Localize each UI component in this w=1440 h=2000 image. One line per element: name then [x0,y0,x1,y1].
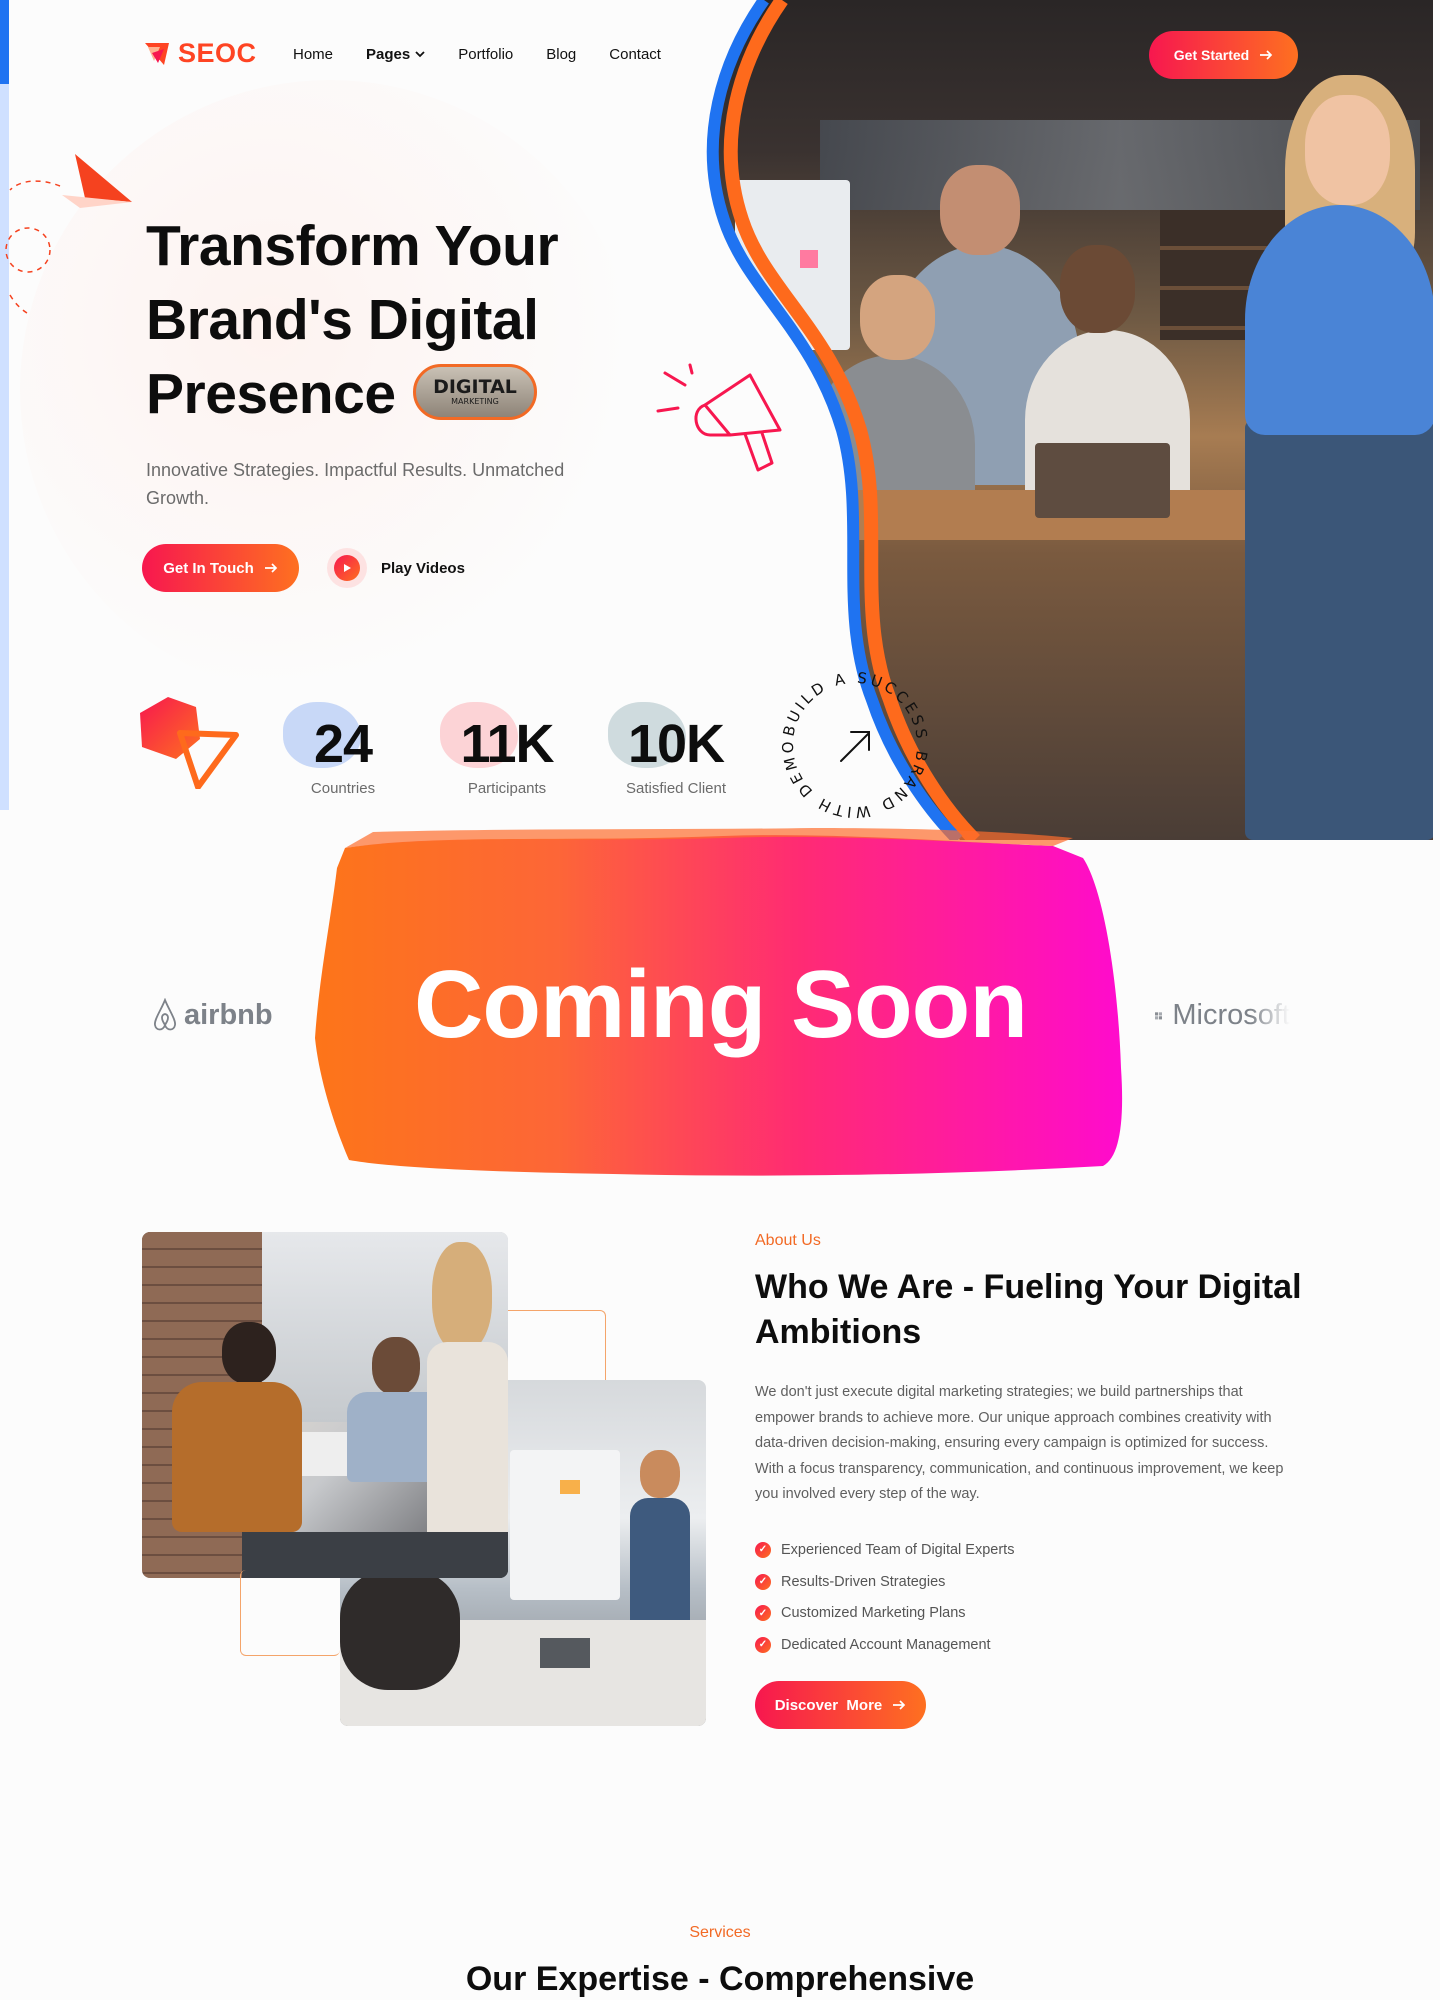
play-videos-label: Play Videos [381,559,465,577]
services-eyebrow: Services [689,1924,751,1941]
list-item: ✓ Results-Driven Strategies [755,1566,1014,1598]
services-title: Our Expertise - Comprehensive [465,1960,975,1998]
hero-title: Transform Your Brand's Digital Presence [146,209,666,431]
check-label: Results-Driven Strategies [781,1573,946,1590]
airbnb-wordmark: airbnb [184,998,273,1031]
arrow-up-right-icon [840,731,870,762]
nav-home-label: Home [293,46,334,63]
hero-title-line-1: Transform Your [146,214,559,278]
arrow-right-icon [893,1700,906,1710]
stat-label: Countries [310,780,376,797]
nav-blog-label: Blog [546,46,577,63]
hero-title-line-2: Brand's Digital [146,288,539,352]
megaphone-icon [656,363,782,472]
nav-home[interactable]: Home [293,46,333,63]
digital-marketing-badge: DIGITAL MARKETING [413,364,537,420]
brand-logo[interactable]: SEOC [142,38,257,69]
stat-value: 24 [313,714,373,774]
success-brand-ring-badge[interactable]: BUILD A SUCCESS BRAND WITH DEMOUI [775,665,935,825]
main-nav: Home Pages Portfolio Blog Contact [293,46,661,63]
about-checklist: ✓ Experienced Team of Digital Experts ✓ Re… [755,1534,1014,1661]
nav-pages[interactable]: Pages [366,46,425,63]
list-item: ✓ Experienced Team of Digital Experts [755,1534,1014,1566]
stat-satisfied-client: 10K Satisfied Client [608,702,740,797]
about-photo-primary [142,1232,508,1578]
chevron-down-icon [415,51,425,58]
discover-more-button[interactable]: Discover More [755,1681,926,1729]
microsoft-logo: Microsoft [1155,999,1290,1032]
play-icon [344,564,351,572]
stat-countries: 24 Countries [281,702,405,797]
stat-value: 10K [627,714,725,774]
nav-pages-label: Pages [366,46,411,63]
about-eyebrow: About Us [755,1232,821,1249]
about-frame-decoration [240,1570,340,1656]
stat-participants: 11K Participants [440,702,574,797]
microsoft-icon [1155,1011,1163,1019]
arrow-right-icon [264,563,277,573]
check-icon: ✓ [755,1605,771,1622]
stat-value: 11K [460,714,554,774]
stats-brand-icon [140,697,239,789]
badge-sub-text: MARKETING [451,397,499,406]
arrow-right-icon [1260,50,1273,60]
get-in-touch-button[interactable]: Get In Touch [142,544,299,592]
paper-plane-icon [5,154,132,316]
check-icon: ✓ [755,1636,771,1653]
stat-label: Participants [467,780,547,797]
badge-main-text: DIGITAL [433,376,517,398]
check-label: Customized Marketing Plans [781,1605,966,1622]
ring-badge-text: BUILD A SUCCESS BRAND WITH DEMOUI [775,665,931,822]
brand-mark-icon [145,42,169,65]
nav-portfolio[interactable]: Portfolio [458,46,513,63]
check-label: Experienced Team of Digital Experts [781,1541,1015,1558]
list-item: ✓ Dedicated Account Management [755,1629,1014,1661]
hero-subtitle: Innovative Strategies. Impactful Results… [146,460,565,508]
nav-contact[interactable]: Contact [609,46,661,63]
stat-label: Satisfied Client [625,780,727,797]
hero-title-line-3: Presence [146,362,396,426]
brand-name: SEOC [178,38,257,68]
page-left-accent [0,0,9,84]
discover-more-label: Discover More [774,1696,883,1714]
check-label: Dedicated Account Management [781,1636,991,1653]
nav-portfolio-label: Portfolio [458,46,514,63]
nav-contact-label: Contact [609,46,661,63]
nav-blog[interactable]: Blog [546,46,576,63]
airbnb-logo: airbnb [152,998,273,1032]
check-icon: ✓ [755,1573,771,1590]
play-videos-button[interactable]: Play Videos [327,548,465,588]
list-item: ✓ Customized Marketing Plans [755,1597,1014,1629]
coming-soon-text: Coming Soon [414,951,1028,1058]
get-started-label: Get Started [1173,47,1250,63]
get-in-touch-label: Get In Touch [163,559,254,577]
about-title: Who We Are - Fueling Your Digital Ambiti… [755,1268,1302,1351]
airbnb-icon [154,998,176,1031]
about-description: We don't just execute digital marketing … [755,1384,1284,1502]
check-icon: ✓ [755,1541,771,1558]
play-circle [327,548,367,588]
get-started-button[interactable]: Get Started [1149,31,1298,79]
